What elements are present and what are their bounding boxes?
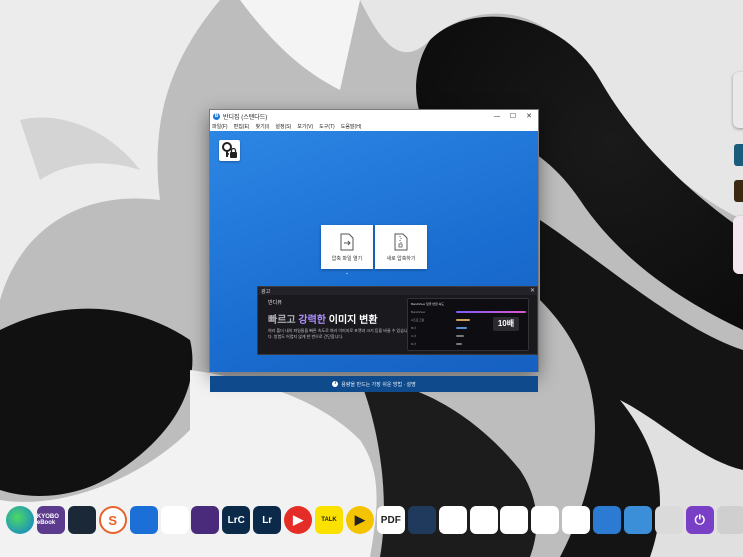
steam-dock-icon[interactable] — [67, 506, 96, 534]
copilot-dock-icon[interactable] — [129, 506, 158, 534]
edge-dock-icon[interactable] — [6, 506, 34, 534]
bandizip-app-icon: B — [213, 112, 220, 120]
potplayer-dock-icon[interactable]: ▶ — [345, 506, 374, 534]
info-bar[interactable]: i 용량을 만드는 가장 쉬운 방법 · 설명 — [210, 376, 538, 392]
preview-row-label: D사 — [411, 342, 416, 346]
ad-headline[interactable]: 빠르고 강력한 이미지 변환 — [268, 311, 378, 326]
ad-close-icon[interactable]: ✕ — [530, 287, 535, 295]
desktop-app-dock-icon[interactable] — [624, 506, 652, 534]
ad-panel: 광고 ✕ 반디뷰 빠르고 강력한 이미지 변환 여러 폴더 내의 파일들을 빠른… — [257, 286, 538, 355]
ad-preview-image[interactable]: BandiView 일괄 변환 속도 BandiView A프로그램 B사 C사… — [407, 298, 529, 351]
power-app-dock-icon[interactable]: ⏻ — [685, 506, 714, 534]
scrivener-dock-icon[interactable]: S — [98, 506, 127, 534]
ad-description: 여러 폴더 내의 파일들을 빠른 속도로 여러 이미지로 포맷과 크기 등을 바… — [268, 328, 408, 339]
open-archive-button[interactable]: 압축 파일 열기 — [321, 225, 373, 269]
lightroom-dock-icon[interactable]: Lr — [253, 506, 282, 534]
edge-app-photo[interactable] — [734, 144, 743, 166]
lightroom-classic-dock-icon[interactable]: LrC — [222, 506, 251, 534]
arrow-app-dock-icon[interactable] — [407, 506, 436, 534]
edge-widget-top[interactable] — [733, 72, 743, 128]
ad-header: 광고 ✕ — [258, 287, 537, 295]
key-lock-icon — [222, 142, 237, 158]
preview-row-label: BandiView — [411, 310, 426, 314]
menu-edit[interactable]: 편집(E) — [234, 123, 250, 130]
window-title: 반디집 (스탠다드) — [223, 114, 268, 121]
minimize-button[interactable]: — — [490, 110, 504, 122]
checklist-app-dock-icon[interactable] — [562, 506, 591, 534]
photo-app-dock-icon[interactable] — [438, 506, 467, 534]
maximize-button[interactable]: ☐ — [506, 110, 520, 122]
preview-bar — [456, 319, 470, 321]
menu-bar: 파일(F) 편집(E) 찾기(I) 설정(S) 보기(V) 도구(T) 도움말(… — [210, 122, 538, 131]
edge-widget-pink[interactable] — [733, 216, 743, 274]
tools-app-dock-icon[interactable] — [654, 506, 683, 534]
chevron-down-icon[interactable]: ⌄ — [343, 271, 351, 276]
menu-view[interactable]: 보기(V) — [297, 123, 313, 130]
capcut-dock-icon[interactable] — [500, 506, 529, 534]
pdf-app-dock-icon[interactable]: PDF — [376, 506, 405, 534]
menu-file[interactable]: 파일(F) — [212, 123, 228, 130]
preview-row-label: C사 — [411, 334, 416, 338]
trash-dock-icon[interactable] — [716, 506, 743, 534]
ad-brand: 반디뷰 — [268, 300, 282, 306]
new-archive-button[interactable]: 새로 압축하기 — [375, 225, 427, 269]
menu-tools[interactable]: 도구(T) — [319, 123, 335, 130]
preview-bar — [456, 327, 467, 329]
open-archive-label: 압축 파일 열기 — [331, 256, 363, 262]
preview-title: BandiView 일괄 변환 속도 — [411, 302, 445, 306]
close-button[interactable]: ✕ — [522, 110, 536, 122]
preview-bar — [456, 335, 464, 337]
preview-bar — [456, 311, 526, 313]
chip-app-dock-icon[interactable] — [191, 506, 220, 534]
disc-app-dock-icon[interactable] — [531, 506, 560, 534]
menu-find[interactable]: 찾기(I) — [255, 123, 269, 130]
info-text: 용량을 만드는 가장 쉬운 방법 · 설명 — [341, 381, 416, 388]
edge-app-orange[interactable] — [734, 180, 743, 202]
kakaotalk-dock-icon[interactable]: TALK — [315, 506, 343, 534]
preview-row-label: A프로그램 — [411, 318, 425, 322]
monitor-app-dock-icon[interactable] — [593, 506, 622, 534]
bandizip-window: B 반디집 (스탠다드) — ☐ ✕ 파일(F) 편집(E) 찾기(I) 설정(… — [209, 109, 539, 392]
camera-app-dock-icon[interactable] — [469, 506, 498, 534]
main-area: 압축 파일 열기 새로 압축하기 ⌄ 광고 ✕ 반디뷰 빠르고 강력한 이미지 … — [210, 131, 538, 392]
ad-headline-part3: 이미지 변환 — [326, 315, 378, 326]
ad-badge: 10배 — [493, 317, 519, 331]
new-archive-label: 새로 압축하기 — [386, 256, 416, 262]
ad-headline-part2: 강력한 — [298, 315, 326, 326]
kyobo-ebook-dock-icon[interactable]: KYOBO eBook — [36, 506, 65, 534]
settings-key-button[interactable] — [219, 140, 240, 161]
ad-header-label: 광고 — [261, 288, 271, 295]
open-file-icon — [340, 233, 354, 251]
green-app-dock-icon[interactable] — [160, 506, 189, 534]
zip-file-icon — [394, 233, 408, 251]
preview-row-label: B사 — [411, 326, 416, 330]
menu-settings[interactable]: 설정(S) — [275, 123, 291, 130]
menu-help[interactable]: 도움말(H) — [341, 123, 362, 130]
title-bar[interactable]: B 반디집 (스탠다드) — ☐ ✕ — [210, 110, 538, 122]
taskbar-dock: KYOBO eBook S LrC Lr ▶ TALK ▶ PDF ⏻ — [0, 498, 743, 544]
youtube-dock-icon[interactable]: ▶ — [284, 506, 313, 534]
ad-headline-part1: 빠르고 — [268, 315, 299, 326]
info-icon: i — [332, 381, 339, 387]
preview-bar — [456, 343, 462, 345]
